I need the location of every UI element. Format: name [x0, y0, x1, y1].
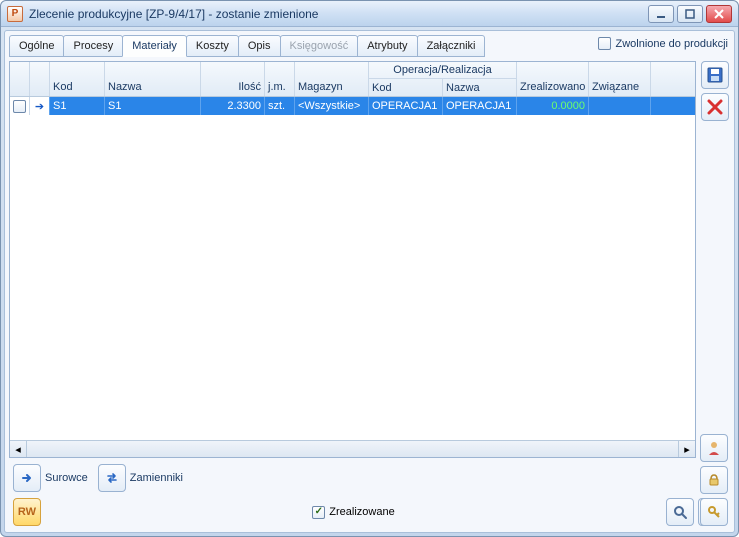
cell-kod: S1 [50, 97, 105, 115]
avatar-button[interactable] [700, 434, 728, 462]
grid-header: Kod Nazwa Ilość j.m. Magazyn Operacja/Re… [10, 62, 695, 97]
zwolnione-label: Zwolnione do produkcji [615, 38, 728, 50]
arrow-right-icon [13, 464, 41, 492]
col-group-operacja: Operacja/Realizacja Kod Nazwa [369, 62, 517, 96]
checkbox-icon [598, 37, 611, 50]
tab-zalaczniki[interactable]: Załączniki [417, 35, 486, 57]
tab-opis[interactable]: Opis [238, 35, 281, 57]
tab-materialy[interactable]: Materiały [122, 35, 187, 57]
window-title: Zlecenie produkcyjne [ZP-9/4/17] - zosta… [29, 7, 648, 21]
checkbox-icon [13, 100, 26, 113]
scroll-left-icon[interactable]: ◂ [10, 441, 27, 457]
tab-ogolne[interactable]: Ogólne [9, 35, 64, 57]
zamienniki-button[interactable]: Zamienniki [98, 464, 183, 492]
rw-button[interactable]: RW [13, 498, 41, 526]
key-button[interactable] [700, 498, 728, 526]
col-zwiazane[interactable]: Związane [589, 62, 651, 96]
cell-magazyn: <Wszystkie> [295, 97, 369, 115]
cell-ilosc: 2.3300 [201, 97, 265, 115]
tab-procesy[interactable]: Procesy [63, 35, 123, 57]
minimize-button[interactable] [648, 5, 674, 23]
col-nazwa[interactable]: Nazwa [105, 62, 201, 96]
table-row[interactable]: ➔ S1 S1 2.3300 szt. <Wszystkie> OPERACJA… [10, 97, 695, 115]
cell-zrealizowano: 0.0000 [517, 97, 589, 115]
grid-body: ➔ S1 S1 2.3300 szt. <Wszystkie> OPERACJA… [10, 97, 695, 440]
side-toolbar-bottom [700, 434, 728, 526]
col-zrealizowano[interactable]: Zrealizowano [517, 62, 589, 96]
col-ilosc[interactable]: Ilość [201, 62, 265, 96]
col-check[interactable] [10, 62, 30, 96]
delete-button[interactable] [701, 93, 729, 121]
swap-icon [98, 464, 126, 492]
cell-op-kod: OPERACJA1 [369, 97, 443, 115]
surowce-label: Surowce [45, 472, 88, 484]
materials-grid: Kod Nazwa Ilość j.m. Magazyn Operacja/Re… [9, 61, 696, 458]
cell-op-nazwa: OPERACJA1 [443, 97, 517, 115]
bottom-row-filters: Surowce Zamienniki [9, 462, 730, 494]
rw-label: RW [18, 506, 36, 518]
zwolnione-do-produkcji-checkbox[interactable]: Zwolnione do produkcji [598, 37, 728, 50]
row-checkbox[interactable] [10, 97, 30, 115]
zrealizowane-checkbox[interactable]: Zrealizowane [312, 506, 394, 519]
col-operacja-group-label[interactable]: Operacja/Realizacja [369, 62, 516, 79]
cell-nazwa: S1 [105, 97, 201, 115]
tab-ksiegowosc: Księgowość [280, 35, 359, 57]
app-icon: P [7, 6, 23, 22]
col-op-nazwa[interactable]: Nazwa [443, 79, 516, 96]
window-frame: P Zlecenie produkcyjne [ZP-9/4/17] - zos… [0, 0, 739, 537]
zamienniki-label: Zamienniki [130, 472, 183, 484]
tab-bar: Ogólne Procesy Materiały Koszty Opis Ksi… [9, 35, 730, 57]
tab-koszty[interactable]: Koszty [186, 35, 239, 57]
bottom-row-actions: RW Zrealizowane [9, 496, 730, 528]
col-magazyn[interactable]: Magazyn [295, 62, 369, 96]
cell-zwiazane [589, 97, 651, 115]
col-jm[interactable]: j.m. [265, 62, 295, 96]
lock-button[interactable] [700, 466, 728, 494]
col-op-kod[interactable]: Kod [369, 79, 443, 96]
tab-atrybuty[interactable]: Atrybuty [357, 35, 417, 57]
titlebar: P Zlecenie produkcyjne [ZP-9/4/17] - zos… [1, 1, 738, 27]
scroll-right-icon[interactable]: ▸ [678, 441, 695, 457]
client-area: Ogólne Procesy Materiały Koszty Opis Ksi… [4, 30, 735, 533]
side-toolbar [700, 61, 730, 458]
save-button[interactable] [701, 61, 729, 89]
zrealizowane-label: Zrealizowane [329, 506, 394, 518]
checkbox-icon [312, 506, 325, 519]
row-indicator-arrow-icon: ➔ [30, 97, 50, 115]
surowce-button[interactable]: Surowce [13, 464, 88, 492]
cell-jm: szt. [265, 97, 295, 115]
search-button[interactable] [666, 498, 694, 526]
maximize-button[interactable] [677, 5, 703, 23]
scroll-track[interactable] [27, 441, 678, 457]
col-indicator[interactable] [30, 62, 50, 96]
horizontal-scrollbar[interactable]: ◂ ▸ [10, 440, 695, 457]
col-kod[interactable]: Kod [50, 62, 105, 96]
close-button[interactable] [706, 5, 732, 23]
